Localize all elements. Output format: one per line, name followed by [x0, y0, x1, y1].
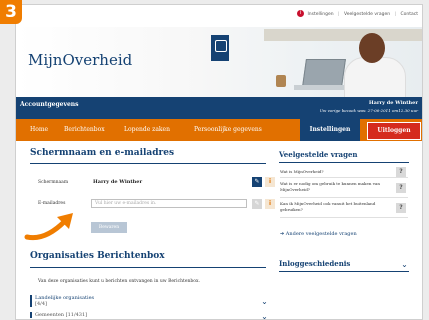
divider	[280, 197, 408, 198]
divider	[30, 267, 266, 268]
edit-pencil-icon[interactable]: ✎	[252, 199, 262, 209]
edit-pencil-icon[interactable]: ✎	[252, 177, 262, 187]
top-link-settings[interactable]: Instellingen	[307, 12, 333, 17]
organisations-heading: Organisaties Berichtenbox	[30, 251, 165, 261]
info-icon: i	[297, 10, 305, 17]
orange-arrow-icon	[24, 213, 73, 241]
main-navigation: Home Berichtenbox Lopende zaken Persoonl…	[16, 119, 422, 141]
faq-question[interactable]: Wat is MijnOverheid?	[280, 169, 380, 175]
divider	[280, 217, 408, 218]
account-form-heading: Schermnaam en e-mailadres	[30, 148, 175, 158]
top-link-faq[interactable]: Veelgestelde vragen	[344, 12, 390, 17]
chevron-down-icon[interactable]: ⌄	[260, 298, 269, 306]
faq-question[interactable]: Wat is er nodig om gebruik te kunnen mak…	[280, 181, 380, 193]
divider: |	[394, 12, 397, 17]
divider	[279, 271, 409, 272]
question-mark-icon[interactable]: ?	[396, 183, 406, 193]
email-label: E-mailadres	[38, 201, 66, 206]
browser-page: i Instellingen | Veelgestelde vragen | C…	[15, 4, 423, 320]
nav-persoonlijke-gegevens[interactable]: Persoonlijke gegevens	[194, 126, 262, 133]
government-crest-icon	[211, 35, 229, 61]
list-item[interactable]: Gemeenten [11/431]	[30, 312, 275, 318]
settings-tab[interactable]: Instellingen	[300, 119, 360, 141]
site-logo-text[interactable]: MijnOverheid	[28, 51, 132, 69]
nav-lopende-zaken[interactable]: Lopende zaken	[124, 126, 170, 133]
header-banner: MijnOverheid	[16, 27, 422, 97]
arrow-right-icon: ➔	[280, 231, 285, 237]
question-mark-icon[interactable]: ?	[396, 203, 406, 213]
divider	[280, 177, 408, 178]
organisations-intro: Van deze organisaties kunt u berichten o…	[38, 279, 200, 284]
account-bar: Accountgegevens Harry de Winther Uw vori…	[16, 97, 422, 119]
info-icon[interactable]: i	[265, 199, 275, 209]
step-number-badge: 3	[0, 0, 22, 24]
account-user-name: Harry de Winther	[368, 100, 418, 106]
save-button[interactable]: Bewaren	[91, 222, 127, 233]
list-item[interactable]: Landelijke organisaties [4/4]	[30, 295, 275, 307]
organisation-group-count: [4/4]	[35, 301, 47, 307]
last-visit-text: Uw vorige bezoek was: 27-06-2011 om12.30…	[319, 108, 418, 113]
organisation-group-name: Gemeenten [11/431]	[35, 312, 88, 318]
logout-button[interactable]: Uitloggen	[367, 122, 421, 140]
chevron-down-icon[interactable]: ⌄	[400, 261, 409, 269]
screen-name-label: Schermnaam	[38, 180, 69, 185]
faq-heading: Veelgestelde vragen	[279, 150, 358, 159]
divider	[30, 163, 266, 164]
question-mark-icon[interactable]: ?	[396, 167, 406, 177]
chevron-down-icon[interactable]: ⌄	[260, 313, 269, 320]
login-history-heading[interactable]: Inloggeschiedenis	[279, 259, 350, 268]
divider	[279, 162, 409, 163]
screen-name-value: Harry de Winther	[93, 179, 143, 185]
top-link-contact[interactable]: Contact	[400, 12, 418, 17]
header-photo	[264, 27, 422, 97]
top-links: i Instellingen | Veelgestelde vragen | C…	[297, 10, 418, 17]
faq-more-link[interactable]: ➔ Andere veelgestelde vragen	[280, 231, 357, 237]
email-field[interactable]: Vul hier uw e-mailadres in.	[91, 199, 247, 208]
info-icon[interactable]: i	[265, 177, 275, 187]
divider: |	[338, 12, 340, 17]
nav-home[interactable]: Home	[30, 126, 48, 133]
account-title: Accountgegevens	[20, 101, 79, 108]
nav-berichtenbox[interactable]: Berichtenbox	[64, 126, 105, 133]
top-utility-bar: i Instellingen | Veelgestelde vragen | C…	[16, 5, 422, 27]
faq-question[interactable]: Kan ik MijnOverheid ook vanuit het buite…	[280, 201, 380, 213]
